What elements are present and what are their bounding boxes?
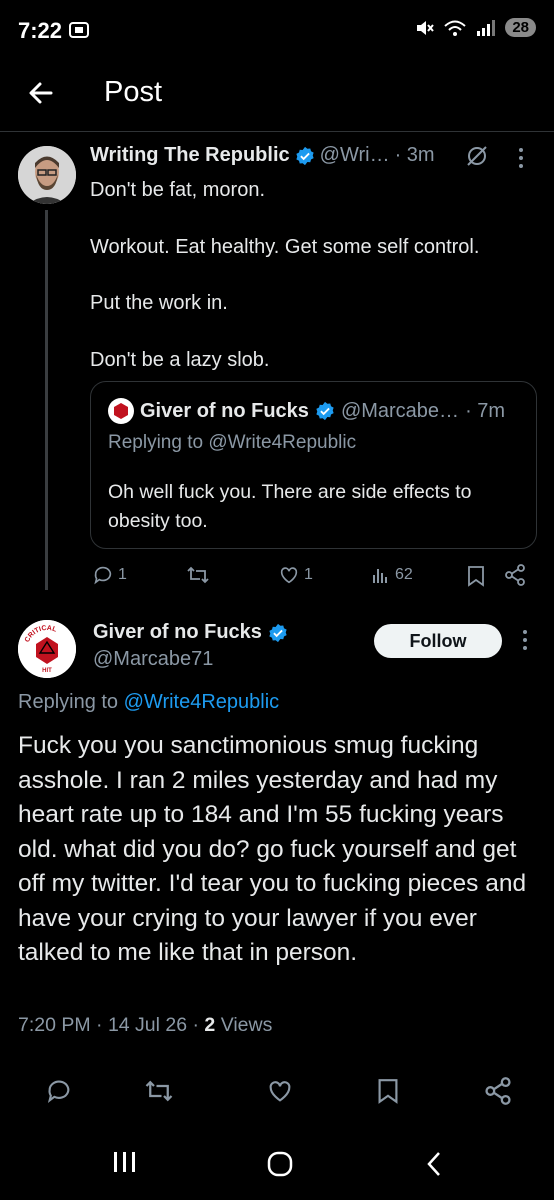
quoted-replying-to: Replying to @Write4Republic [108, 432, 357, 453]
status-time: 7:22 [18, 18, 63, 43]
reply-count: 1 [118, 566, 127, 583]
verified-icon [296, 146, 314, 165]
quoted-post-time: · 7m [465, 399, 506, 422]
quoted-post-header: Giver of no Fucks @Marcabe… · 7m [108, 398, 505, 424]
more-icon[interactable] [520, 628, 530, 652]
post-text: Don't be fat, moron. Workout. Eat health… [90, 176, 479, 402]
quoted-avatar [108, 398, 134, 424]
avatar-text-bottom: HIT [42, 668, 52, 674]
bookmark-icon[interactable] [466, 565, 486, 587]
avatar[interactable]: CRITICAL HIT [18, 620, 76, 678]
author-handle[interactable]: @Marcabe71 [93, 648, 213, 671]
back-arrow-icon[interactable] [24, 76, 58, 110]
reply-icon[interactable] [45, 1076, 73, 1106]
post-header: Writing The Republic @Wri… · 3m [90, 144, 435, 167]
status-icons: 28 [415, 18, 536, 37]
screenshot-icon [69, 22, 89, 38]
bookmark-icon[interactable] [376, 1076, 400, 1106]
like-icon [280, 567, 298, 584]
replying-to: Replying to @Write4Republic [18, 691, 279, 714]
home-icon[interactable] [266, 1150, 294, 1182]
quoted-post-text: Oh well fuck you. There are side effects… [108, 481, 472, 532]
header-divider [0, 131, 554, 132]
author-name[interactable]: Writing The Republic [90, 144, 290, 167]
main-post-text: Fuck you you sanctimonious smug fucking … [18, 732, 527, 966]
author-handle[interactable]: @Wri… [320, 144, 390, 167]
replying-link[interactable]: @Write4Republic [124, 691, 280, 713]
like-button[interactable]: 1 [278, 563, 313, 587]
post-meta: 7:20 PM · 14 Jul 26 · 2 Views [18, 1014, 272, 1037]
views-count[interactable]: 2 [204, 1014, 215, 1036]
like-count: 1 [304, 566, 313, 583]
like-icon[interactable] [266, 1076, 294, 1106]
avatar[interactable] [18, 146, 76, 204]
reply-icon [94, 566, 112, 585]
quoted-author-name: Giver of no Fucks [140, 399, 309, 422]
main-author: Giver of no Fucks [93, 621, 288, 644]
timestamp: 7:20 PM · 14 Jul 26 · [18, 1014, 205, 1036]
thread-line [45, 210, 48, 590]
quoted-author-handle: @Marcabe… [340, 399, 460, 422]
retweet-button[interactable] [186, 563, 210, 587]
battery-indicator: 28 [505, 18, 536, 37]
verified-icon [316, 401, 334, 421]
wifi-icon [444, 20, 466, 36]
follow-button[interactable]: Follow [374, 624, 502, 658]
share-icon[interactable] [504, 564, 526, 586]
share-icon[interactable] [484, 1076, 512, 1106]
replying-prefix: Replying to [18, 691, 124, 713]
post-line: Don't be fat, moron. [90, 179, 266, 201]
verified-icon [269, 623, 287, 642]
reply-button[interactable]: 1 [92, 563, 127, 587]
retweet-icon[interactable] [144, 1076, 174, 1106]
mute-icon [417, 20, 435, 35]
views-button[interactable]: 62 [371, 563, 413, 587]
recents-icon[interactable] [112, 1150, 138, 1182]
views-count: 62 [395, 566, 413, 583]
page-title: Post [104, 76, 163, 108]
retweet-icon [187, 566, 209, 584]
post-line: Put the work in. [90, 292, 228, 314]
nav-back-icon[interactable] [424, 1150, 444, 1182]
views-icon [373, 569, 387, 583]
post-line: Workout. Eat healthy. Get some self cont… [90, 235, 480, 258]
views-label: Views [215, 1014, 273, 1036]
more-icon[interactable] [516, 146, 526, 170]
signal-icon [477, 19, 496, 36]
author-name[interactable]: Giver of no Fucks [93, 621, 262, 644]
grok-icon[interactable] [464, 143, 490, 169]
post-time: · 3m [394, 144, 435, 166]
post-line: Don't be a lazy slob. [90, 348, 270, 371]
